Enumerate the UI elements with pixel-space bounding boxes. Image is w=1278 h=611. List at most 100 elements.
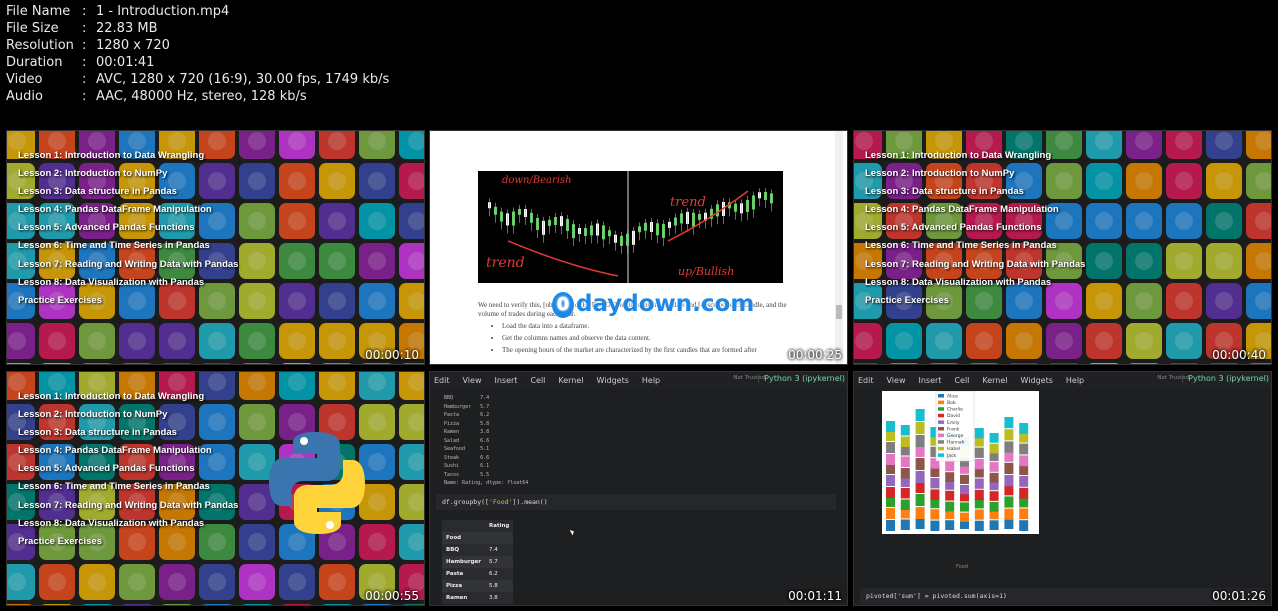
info-key: File Size [6,21,59,36]
info-row: Resolution:1280 x 720 [6,37,389,54]
output-line: Hamburger 5.7 [444,403,490,410]
menu-help[interactable]: Help [1066,376,1084,385]
output-line: Steak 6.6 [444,454,490,461]
bar-segment [989,501,999,512]
info-row: File Size:22.83 MB [6,20,389,37]
bar-segment [989,443,999,454]
menu-widgets[interactable]: Widgets [1021,376,1053,385]
menu-edit[interactable]: Edit [858,376,874,385]
bar-segment [974,509,984,520]
menu-kernel[interactable]: Kernel [982,376,1007,385]
table-row: Pizza 5.8 [442,580,514,592]
info-row: Video: AVC, 1280 x 720 (16:9), 30.00 fps,… [6,71,389,88]
menu-help[interactable]: Help [642,376,660,385]
code-cell[interactable]: pivoted['sum'] = pivoted.sum(axis=1) [860,588,1265,604]
bar-segment [915,471,925,483]
bar-segment [1004,441,1014,453]
bar-segment [1004,496,1014,508]
code: pivoted[ [866,592,898,600]
scrollbar[interactable] [835,131,843,364]
bar-segment [945,490,955,501]
timecode: 00:01:26 [1212,589,1266,603]
lesson-item: Lesson 4: Pandas DataFrame Manipulation [18,204,212,216]
thumbnail-4[interactable]: Lesson 1: Introduction to Data Wrangling… [6,371,425,606]
python-logo-icon [269,432,365,534]
bar-segment [915,435,925,447]
bar-segment [960,502,969,512]
mouse-cursor-icon [569,528,576,536]
thumbnail-1[interactable]: Lesson 1: Introduction to Data Wrangling… [6,130,425,365]
bar-segment [960,485,969,495]
info-value: 22.83 MB [96,21,158,36]
bar-segment [886,520,895,531]
bar-segment [886,442,895,453]
row-value: 3.8 [489,595,498,601]
thumbnail-5[interactable]: Edit View Insert Cell Kernel Widgets Hel… [429,371,848,606]
legend-label: Charlie [947,407,963,413]
watermark: 0 daydown.com [552,291,754,318]
menu-edit[interactable]: Edit [434,376,450,385]
legend-label: Alice [947,393,958,399]
legend-label: Emily [947,420,960,426]
output-line: Pasta 6.2 [444,412,490,418]
bar-segment [1004,508,1014,520]
code-cell[interactable]: df.groupby(['Food']).mean() [436,494,836,510]
lesson-item: Lesson 8: Data Visualization with Pandas [18,276,205,288]
menu-cell[interactable]: Cell [954,376,969,385]
menu-cell[interactable]: Cell [530,376,545,385]
thumbnail-3[interactable]: Lesson 1: Introduction to Data Wrangling… [853,130,1272,365]
bar-segment [900,488,910,499]
bar-segment [1004,417,1014,429]
scrollbar-thumb[interactable] [836,305,842,319]
lesson-item: Practice Exercises [18,294,102,306]
bar-segment [915,409,925,421]
row-value: 5.8 [485,580,514,592]
bar-segment [900,436,910,447]
thumbnail-6[interactable]: Edit View Insert Cell Kernel Widgets Hel… [853,371,1272,606]
info-value: 00:01:41 [96,55,155,70]
thumbnail-2[interactable]: down/Bearish trend trend up/Bullish We n… [429,130,848,365]
row-index: BBQ [446,547,460,553]
lesson-list: Lesson 1: Introduction to Data Wrangling… [865,147,1085,310]
kernel-indicator[interactable]: Python 3 (ipykernel) [1182,374,1269,383]
bar-segment [930,509,940,520]
bullet-item: The opening hours of the market are char… [502,346,790,355]
menu-kernel[interactable]: Kernel [558,376,583,385]
info-key: Resolution [6,38,74,53]
kernel-indicator[interactable]: Python 3 (ipykernel) [758,374,845,383]
info-row: File Name:1 - Introduction.mp4 [6,3,389,20]
lesson-item: Lesson 7: Reading and Writing Data with … [18,499,239,511]
menu-view[interactable]: View [887,376,906,385]
info-value: 1 - Introduction.mp4 [96,4,230,19]
table-row: Hamburger 5.7 [442,556,514,568]
menu-insert[interactable]: Insert [494,376,517,385]
legend-swatch [938,394,944,398]
legend-swatch [938,427,944,431]
lesson-item: Lesson 4: Pandas DataFrame Manipulation [18,445,212,457]
menu-view[interactable]: View [463,376,482,385]
info-separator: : [82,38,87,53]
bar-segment [989,462,999,472]
legend-label: Jack [946,453,957,459]
bar-segment [900,425,910,436]
menu-widgets[interactable]: Widgets [597,376,629,385]
chart-label-up: up/Bullish [678,265,735,278]
info-key: Duration [6,55,63,70]
jupyter-menubar: Edit View Insert Cell Kernel Widgets Hel… [854,372,1271,388]
output-line: BBQ 7.4 [444,395,490,401]
bar-segment [1004,462,1014,474]
code-string: 'sum' [897,592,917,600]
lesson-item: Lesson 2: Introduction to NumPy [865,168,1015,180]
lesson-item: Lesson 5: Advanced Pandas Functions [18,463,195,475]
lesson-item: Lesson 5: Advanced Pandas Functions [865,222,1042,234]
code-string: 'Food' [488,498,513,506]
menu-insert[interactable]: Insert [918,376,941,385]
stacked-bars: AliceBobCharlieDavidEmilyFrankGeorgeHann… [886,390,1029,531]
bar-segment [930,520,940,531]
code: df.groupby([ [442,498,489,506]
bar-segment [900,499,910,510]
x-axis-label: Food [956,564,968,570]
row-value: 5.7 [485,556,514,568]
legend-label: George [947,433,964,439]
bullet-item: Load the data into a dataframe. [502,322,790,331]
